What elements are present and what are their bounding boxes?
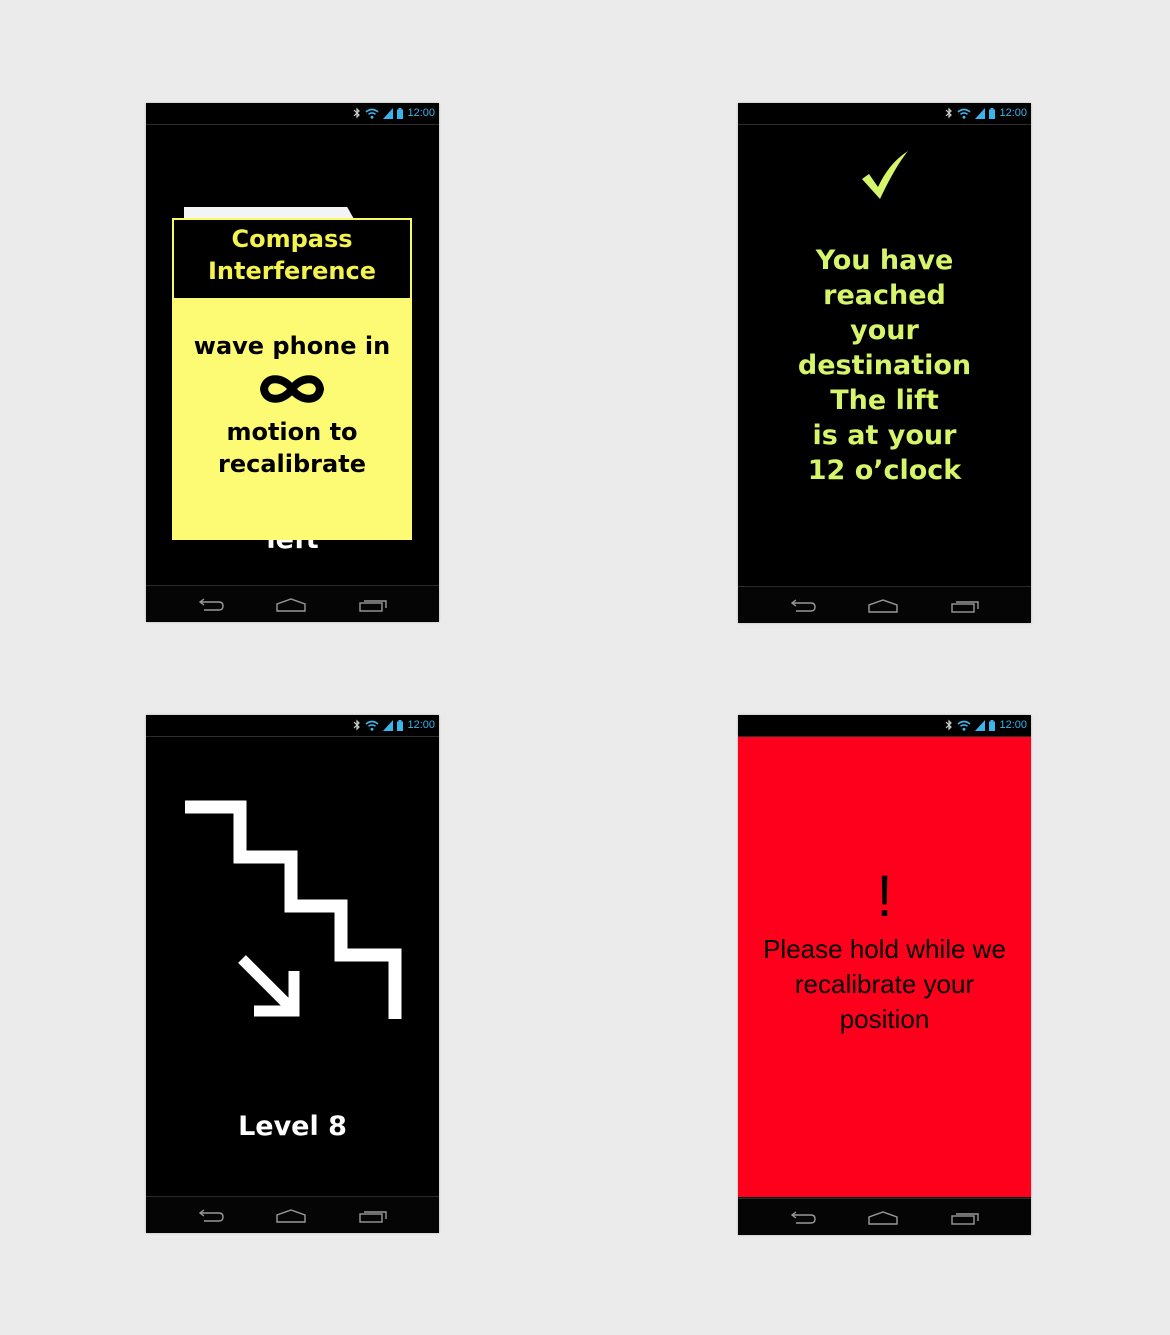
signal-icon (975, 107, 986, 119)
bluetooth-icon (354, 719, 361, 731)
battery-icon (397, 719, 404, 731)
recent-apps-icon[interactable] (948, 596, 982, 616)
battery-icon (989, 107, 996, 119)
back-icon[interactable] (785, 596, 819, 616)
phone-screen-recalibrate: 12:00 ! Please hold while we recalibrate… (738, 715, 1031, 1235)
battery-icon (989, 719, 996, 731)
instruction-line-1: wave phone in (193, 332, 391, 360)
recalibrate-line-2: recalibrate your (794, 969, 975, 999)
back-icon[interactable] (785, 1208, 819, 1228)
recalibrate-line-1: Please hold while we (763, 934, 1006, 964)
phone-screen-destination: 12:00 You have reached your destination … (738, 103, 1031, 623)
alert-background: ! Please hold while we recalibrate your … (738, 737, 1031, 1197)
wifi-icon (365, 720, 379, 731)
wifi-icon (957, 720, 971, 731)
status-time: 12:00 (407, 719, 435, 731)
home-icon[interactable] (274, 595, 308, 615)
recent-apps-icon[interactable] (356, 595, 390, 615)
signal-icon (383, 719, 394, 731)
home-icon[interactable] (274, 1206, 308, 1226)
recent-apps-icon[interactable] (948, 1208, 982, 1228)
destination-line-7: 12 o’clock (807, 455, 962, 486)
home-icon[interactable] (866, 1208, 900, 1228)
back-icon[interactable] (193, 1206, 227, 1226)
status-time: 12:00 (999, 107, 1027, 119)
level-label: Level 8 (238, 1111, 347, 1142)
navigation-bar (146, 1196, 439, 1233)
status-bar: 12:00 (146, 103, 439, 125)
status-bar: 12:00 (146, 715, 439, 737)
status-bar: 12:00 (738, 103, 1031, 125)
dialog-title-line-1: Compass (231, 225, 353, 253)
recent-apps-icon[interactable] (356, 1206, 390, 1226)
instruction-line-3: recalibrate (218, 450, 366, 478)
recalibrate-line-3: position (839, 1004, 930, 1034)
infinity-icon (172, 362, 412, 416)
phone-screen-stairs: 12:00 Level 8 (146, 715, 439, 1233)
back-icon[interactable] (193, 595, 227, 615)
destination-line-1: You have (815, 245, 954, 276)
battery-icon (397, 107, 404, 119)
navigation-bar (738, 586, 1031, 623)
recalibrate-message: Please hold while we recalibrate your po… (738, 932, 1031, 1037)
phone-screen-compass: 12:00 left Compass Interference wave pho… (146, 103, 439, 622)
bluetooth-icon (946, 719, 953, 731)
signal-icon (383, 107, 394, 119)
arrow-down-right-icon (234, 951, 304, 1025)
exclamation-icon: ! (876, 864, 893, 929)
dialog-body: wave phone in motion to recalibrate (172, 330, 412, 480)
destination-line-5: The lift (830, 385, 939, 416)
compass-interference-dialog: Compass Interference wave phone in motio… (172, 218, 412, 540)
checkmark-icon (738, 149, 1031, 205)
destination-line-2: reached (823, 280, 946, 311)
wifi-icon (365, 108, 379, 119)
navigation-bar (146, 585, 439, 622)
destination-message: You have reached your destination The li… (738, 243, 1031, 488)
destination-line-4: destination (797, 350, 972, 381)
bluetooth-icon (946, 107, 953, 119)
signal-icon (975, 719, 986, 731)
destination-line-6: is at your (812, 420, 957, 451)
bluetooth-icon (354, 107, 361, 119)
dialog-header: Compass Interference (172, 218, 412, 298)
destination-line-3: your (850, 315, 919, 346)
navigation-bar (738, 1198, 1031, 1235)
dialog-title-line-2: Interference (207, 257, 377, 285)
wifi-icon (957, 108, 971, 119)
status-time: 12:00 (999, 719, 1027, 731)
instruction-line-2: motion to (226, 418, 358, 446)
status-time: 12:00 (407, 107, 435, 119)
home-icon[interactable] (866, 596, 900, 616)
status-bar: 12:00 (738, 715, 1031, 737)
